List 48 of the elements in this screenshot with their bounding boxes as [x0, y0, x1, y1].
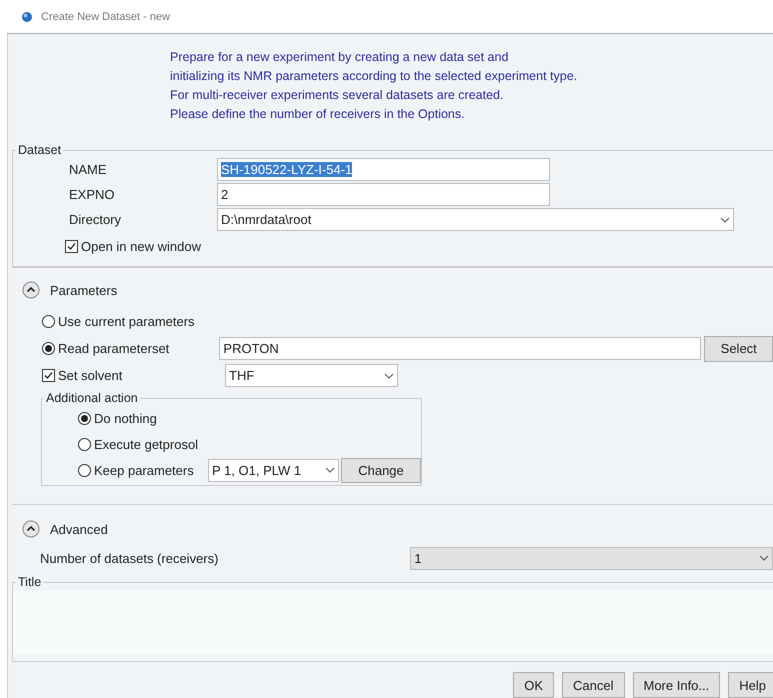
group-title: Additional action [45, 391, 139, 405]
field-label: EXPNO [68, 187, 116, 202]
radio-button[interactable] [78, 438, 91, 450]
section-title: Parameters [50, 282, 118, 298]
dialog-button[interactable]: Help [728, 672, 773, 698]
select-button[interactable]: Select [704, 336, 773, 362]
radio-button[interactable] [78, 412, 91, 424]
checkbox-label: Set solvent [58, 368, 122, 383]
field-label: Number of datasets (receivers) [40, 550, 220, 566]
group-title: Dataset [17, 143, 62, 157]
radio-label: Use current parameters [58, 314, 195, 329]
dropdown[interactable]: D:\nmrdata\root [217, 208, 734, 231]
window-title: Create New Dataset - new [41, 10, 170, 22]
dialog-button[interactable]: OK [513, 672, 554, 698]
input-field[interactable]: SH-190522-LYZ-I-54-1 [217, 158, 550, 181]
radio-label: Do nothing [94, 410, 157, 426]
instruction-text: Please define the number of receivers in the Options. [170, 106, 466, 123]
radio-button[interactable] [78, 464, 91, 476]
dropdown[interactable]: P 1, O1, PLW 1 [208, 458, 339, 482]
collapse-toggle-icon[interactable] [22, 520, 40, 538]
dialog-button[interactable]: More Info... [632, 672, 720, 698]
checkbox-label: Open in new window [81, 238, 201, 254]
radio-label: Execute getprosol [94, 436, 198, 452]
caret-icon [384, 372, 394, 378]
checkbox[interactable] [42, 369, 55, 382]
caret-icon [720, 216, 730, 222]
dialog-button[interactable]: Cancel [562, 672, 624, 698]
radio-button[interactable] [42, 342, 55, 355]
section-title: Advanced [50, 522, 108, 536]
radio-label: Read parameterset [58, 341, 170, 356]
collapse-toggle-icon[interactable] [22, 281, 40, 299]
caret-icon [759, 555, 769, 561]
checkbox[interactable] [65, 240, 78, 252]
field-label: NAME [68, 162, 108, 177]
caret-icon [325, 467, 335, 473]
radio-button[interactable] [42, 315, 55, 328]
app-logo-icon [21, 10, 33, 22]
group-title: Title [17, 575, 42, 589]
instruction-text: Prepare for a new experiment by creating a new data set and [170, 49, 510, 66]
dropdown[interactable]: 1 [410, 546, 773, 570]
change-button[interactable]: Change [341, 458, 421, 482]
dropdown[interactable]: THF [225, 364, 398, 387]
instruction-text: initializing its NMR parameters according to the selected experiment type. [170, 68, 578, 85]
radio-label: Keep parameters [94, 462, 194, 478]
field-label: Directory [68, 212, 122, 227]
instruction-text: For multi-receiver experiments several datasets are created. [170, 87, 504, 104]
input-field[interactable]: 2 [217, 183, 550, 206]
input-field[interactable]: PROTON [219, 337, 702, 360]
